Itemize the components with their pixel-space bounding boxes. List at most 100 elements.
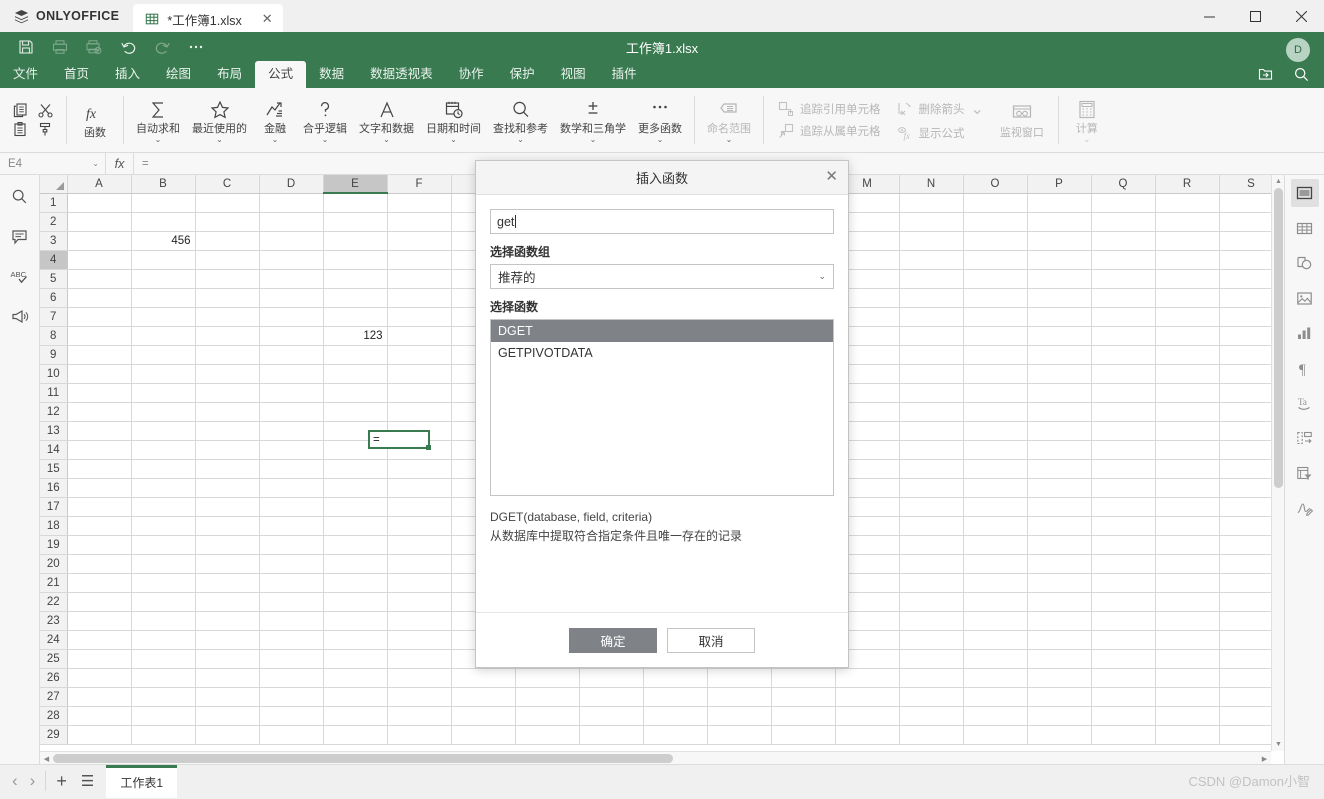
cell-A15[interactable]: [67, 459, 132, 479]
cell-D4[interactable]: [259, 250, 324, 270]
cell-E28[interactable]: [323, 706, 388, 726]
chevron-down-icon[interactable]: ⌄: [657, 135, 664, 144]
cell-Q14[interactable]: [1091, 440, 1156, 460]
row-header-10[interactable]: 10: [40, 364, 68, 384]
minimize-button[interactable]: [1186, 0, 1232, 32]
cell-G29[interactable]: [451, 725, 516, 745]
cell-E29[interactable]: [323, 725, 388, 745]
cell-P28[interactable]: [1027, 706, 1092, 726]
column-header-D[interactable]: D: [259, 175, 324, 194]
comment-icon[interactable]: [5, 221, 35, 251]
cell-E18[interactable]: [323, 516, 388, 536]
row-header-13[interactable]: 13: [40, 421, 68, 441]
cell-N21[interactable]: [899, 573, 964, 593]
cell-R23[interactable]: [1155, 611, 1220, 631]
cell-B22[interactable]: [131, 592, 196, 612]
chevron-down-icon[interactable]: ⌄: [450, 135, 457, 144]
cell-F29[interactable]: [387, 725, 452, 745]
cell-P10[interactable]: [1027, 364, 1092, 384]
cell-E20[interactable]: [323, 554, 388, 574]
cell-C26[interactable]: [195, 668, 260, 688]
cell-A10[interactable]: [67, 364, 132, 384]
cell-J27[interactable]: [643, 687, 708, 707]
cell-P14[interactable]: [1027, 440, 1092, 460]
cell-O12[interactable]: [963, 402, 1028, 422]
cell-E7[interactable]: [323, 307, 388, 327]
cell-N23[interactable]: [899, 611, 964, 631]
cell-E23[interactable]: [323, 611, 388, 631]
cell-E16[interactable]: [323, 478, 388, 498]
cell-N20[interactable]: [899, 554, 964, 574]
cell-B20[interactable]: [131, 554, 196, 574]
column-header-Q[interactable]: Q: [1091, 175, 1156, 194]
copy-icon[interactable]: [12, 102, 29, 119]
cell-E10[interactable]: [323, 364, 388, 384]
cell-A3[interactable]: [67, 231, 132, 251]
cell-Q23[interactable]: [1091, 611, 1156, 631]
cell-O26[interactable]: [963, 668, 1028, 688]
cell-D11[interactable]: [259, 383, 324, 403]
row-header-8[interactable]: 8: [40, 326, 68, 346]
cell-A9[interactable]: [67, 345, 132, 365]
function-group-select[interactable]: 推荐的 ⌄: [490, 264, 834, 289]
cell-E22[interactable]: [323, 592, 388, 612]
cell-R1[interactable]: [1155, 193, 1220, 213]
cell-A22[interactable]: [67, 592, 132, 612]
cell-N2[interactable]: [899, 212, 964, 232]
signature-icon[interactable]: [1291, 494, 1319, 522]
cell-N13[interactable]: [899, 421, 964, 441]
cell-R27[interactable]: [1155, 687, 1220, 707]
cell-B24[interactable]: [131, 630, 196, 650]
cell-P13[interactable]: [1027, 421, 1092, 441]
cell-E2[interactable]: [323, 212, 388, 232]
quick-print-button[interactable]: [78, 33, 110, 61]
cell-D19[interactable]: [259, 535, 324, 555]
feedback-icon[interactable]: [5, 301, 35, 331]
prev-sheet-button[interactable]: ‹: [12, 771, 18, 791]
cell-A12[interactable]: [67, 402, 132, 422]
tab-draw[interactable]: 绘图: [153, 61, 204, 88]
cell-N22[interactable]: [899, 592, 964, 612]
save-button[interactable]: [10, 33, 42, 61]
tab-file[interactable]: 文件: [0, 61, 51, 88]
cell-Q24[interactable]: [1091, 630, 1156, 650]
cell-D18[interactable]: [259, 516, 324, 536]
cell-I27[interactable]: [579, 687, 644, 707]
cell-I29[interactable]: [579, 725, 644, 745]
cell-N17[interactable]: [899, 497, 964, 517]
row-header-19[interactable]: 19: [40, 535, 68, 555]
cell-R19[interactable]: [1155, 535, 1220, 555]
cell-C8[interactable]: [195, 326, 260, 346]
cell-M26[interactable]: [835, 668, 900, 688]
cell-D5[interactable]: [259, 269, 324, 289]
row-header-20[interactable]: 20: [40, 554, 68, 574]
cell-L28[interactable]: [771, 706, 836, 726]
cell-P4[interactable]: [1027, 250, 1092, 270]
cell-Q26[interactable]: [1091, 668, 1156, 688]
cell-Q20[interactable]: [1091, 554, 1156, 574]
cell-R16[interactable]: [1155, 478, 1220, 498]
maximize-button[interactable]: [1232, 0, 1278, 32]
insert-function-button[interactable]: fx: [106, 153, 134, 174]
cell-F3[interactable]: [387, 231, 452, 251]
cell-C22[interactable]: [195, 592, 260, 612]
paragraph-settings-icon[interactable]: ¶: [1291, 354, 1319, 382]
cell-R3[interactable]: [1155, 231, 1220, 251]
chevron-down-icon[interactable]: ⌄: [92, 159, 99, 168]
chevron-down-icon[interactable]: ⌄: [971, 99, 984, 119]
cell-L29[interactable]: [771, 725, 836, 745]
cell-N25[interactable]: [899, 649, 964, 669]
cell-E26[interactable]: [323, 668, 388, 688]
function-button[interactable]: fx 函数: [73, 88, 117, 152]
cell-R7[interactable]: [1155, 307, 1220, 327]
cell-O13[interactable]: [963, 421, 1028, 441]
row-header-27[interactable]: 27: [40, 687, 68, 707]
cell-R2[interactable]: [1155, 212, 1220, 232]
cell-O29[interactable]: [963, 725, 1028, 745]
cell-F26[interactable]: [387, 668, 452, 688]
cell-D12[interactable]: [259, 402, 324, 422]
cell-D14[interactable]: [259, 440, 324, 460]
cell-H28[interactable]: [515, 706, 580, 726]
tab-formula[interactable]: 公式: [255, 61, 307, 88]
spellcheck-icon[interactable]: ABC: [5, 261, 35, 291]
